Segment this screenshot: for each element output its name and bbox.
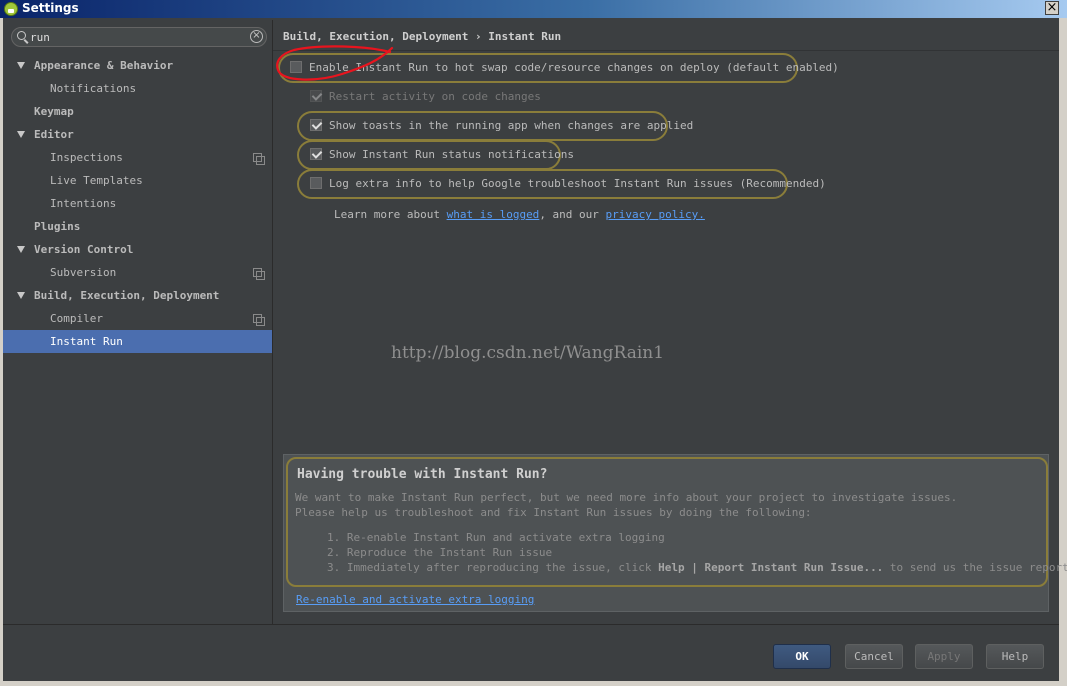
log-extra-info-label[interactable]: Log extra info to help Google troublesho… [329, 177, 826, 190]
learn-more-prefix: Learn more about [334, 208, 447, 221]
android-studio-icon [4, 2, 18, 16]
red-annotation-scribble [276, 45, 394, 81]
dialog-footer: OK Cancel Apply Help [3, 625, 1059, 681]
learn-more-middle: , and our [539, 208, 606, 221]
tree-item-live-templates[interactable]: Live Templates [3, 169, 272, 192]
show-toasts-checkbox[interactable] [310, 119, 322, 131]
trouble-step: 2. Reproduce the Instant Run issue [327, 546, 553, 559]
help-button[interactable]: Help [986, 644, 1044, 669]
tree-item-label: Inspections [50, 151, 123, 164]
search-input[interactable] [30, 29, 230, 45]
window-frame-bottom [0, 681, 1067, 686]
search-box[interactable]: × [11, 27, 267, 47]
watermark: http://blog.csdn.net/WangRain1 [391, 343, 665, 363]
tree-item-editor[interactable]: Editor [3, 123, 272, 146]
restart-activity-checkbox [310, 90, 322, 102]
log-extra-info-checkbox[interactable] [310, 177, 322, 189]
settings-sidebar: × Appearance & Behavior Notifications Ke… [3, 20, 272, 624]
trouble-highlight: Having trouble with Instant Run? We want… [286, 457, 1067, 587]
expand-arrow-icon[interactable] [17, 292, 25, 299]
tree-item-label: Instant Run [50, 335, 123, 348]
privacy-policy-link[interactable]: privacy policy. [606, 208, 705, 221]
expand-arrow-icon[interactable] [17, 62, 25, 69]
trouble-step: 3. Immediately after reproducing the iss… [327, 561, 1067, 574]
status-notifications-checkbox[interactable] [310, 148, 322, 160]
restart-activity-label: Restart activity on code changes [329, 90, 541, 103]
window-title: Settings [22, 1, 79, 15]
trouble-step-suffix: to send us the issue report. [883, 561, 1067, 574]
tree-item-intentions[interactable]: Intentions [3, 192, 272, 215]
search-icon [17, 31, 26, 40]
close-button[interactable]: × [1045, 1, 1059, 15]
window-frame-right [1059, 18, 1067, 686]
log-extra-info-option[interactable]: Log extra info to help Google troublesho… [297, 169, 826, 199]
tree-item-label: Live Templates [50, 174, 143, 187]
tree-item-keymap[interactable]: Keymap [3, 100, 272, 123]
tree-item-label: Build, Execution, Deployment [34, 289, 220, 302]
tree-item-subversion[interactable]: Subversion [3, 261, 272, 284]
tree-item-version-control[interactable]: Version Control [3, 238, 272, 261]
tree-item-label: Editor [34, 128, 74, 141]
tree-item-label: Intentions [50, 197, 117, 210]
tree-item-label: Appearance & Behavior [34, 59, 174, 72]
tree-item-notifications[interactable]: Notifications [3, 77, 272, 100]
clear-search-icon[interactable]: × [250, 30, 263, 43]
report-issue-menu-path: Help | Report Instant Run Issue... [658, 561, 884, 574]
cancel-button[interactable]: Cancel [845, 644, 903, 669]
ok-button[interactable]: OK [773, 644, 831, 669]
expand-arrow-icon[interactable] [17, 246, 25, 253]
tree-item-label: Keymap [34, 105, 74, 118]
show-toasts-label[interactable]: Show toasts in the running app when chan… [329, 119, 693, 132]
status-notifications-label[interactable]: Show Instant Run status notifications [329, 148, 574, 161]
title-bar: Settings × [0, 0, 1067, 18]
tree-item-build-execution-deployment[interactable]: Build, Execution, Deployment [3, 284, 272, 307]
tree-item-compiler[interactable]: Compiler [3, 307, 272, 330]
project-settings-icon [253, 153, 265, 165]
what-is-logged-link[interactable]: what is logged [447, 208, 540, 221]
tree-item-plugins[interactable]: Plugins [3, 215, 272, 238]
tree-item-label: Plugins [34, 220, 81, 233]
trouble-step-prefix: 3. Immediately after reproducing the iss… [327, 561, 659, 574]
tree-item-label: Version Control [34, 243, 134, 256]
status-notifications-option[interactable]: Show Instant Run status notifications [297, 140, 574, 170]
trouble-step: 1. Re-enable Instant Run and activate ex… [327, 531, 665, 544]
tree-item-appearance-behavior[interactable]: Appearance & Behavior [3, 54, 272, 77]
show-toasts-option[interactable]: Show toasts in the running app when chan… [297, 111, 693, 141]
trouble-title: Having trouble with Instant Run? [297, 467, 548, 482]
trouble-panel: Having trouble with Instant Run? We want… [283, 454, 1067, 612]
reenable-logging-link[interactable]: Re-enable and activate extra logging [296, 593, 534, 606]
settings-content: Build, Execution, Deployment › Instant R… [273, 20, 1067, 624]
tree-item-label: Notifications [50, 82, 137, 95]
tree-item-instant-run[interactable]: Instant Run [3, 330, 272, 353]
apply-button[interactable]: Apply [915, 644, 973, 669]
learn-more-text: Learn more about what is logged, and our… [334, 208, 705, 221]
tree-item-label: Subversion [50, 266, 117, 279]
trouble-text-line: We want to make Instant Run perfect, but… [295, 491, 958, 504]
expand-arrow-icon[interactable] [17, 131, 25, 138]
tree-item-label: Compiler [50, 312, 103, 325]
project-settings-icon [253, 268, 265, 280]
trouble-text-line: Please help us troubleshoot and fix Inst… [295, 506, 812, 519]
project-settings-icon [253, 314, 265, 326]
tree-item-inspections[interactable]: Inspections [3, 146, 272, 169]
